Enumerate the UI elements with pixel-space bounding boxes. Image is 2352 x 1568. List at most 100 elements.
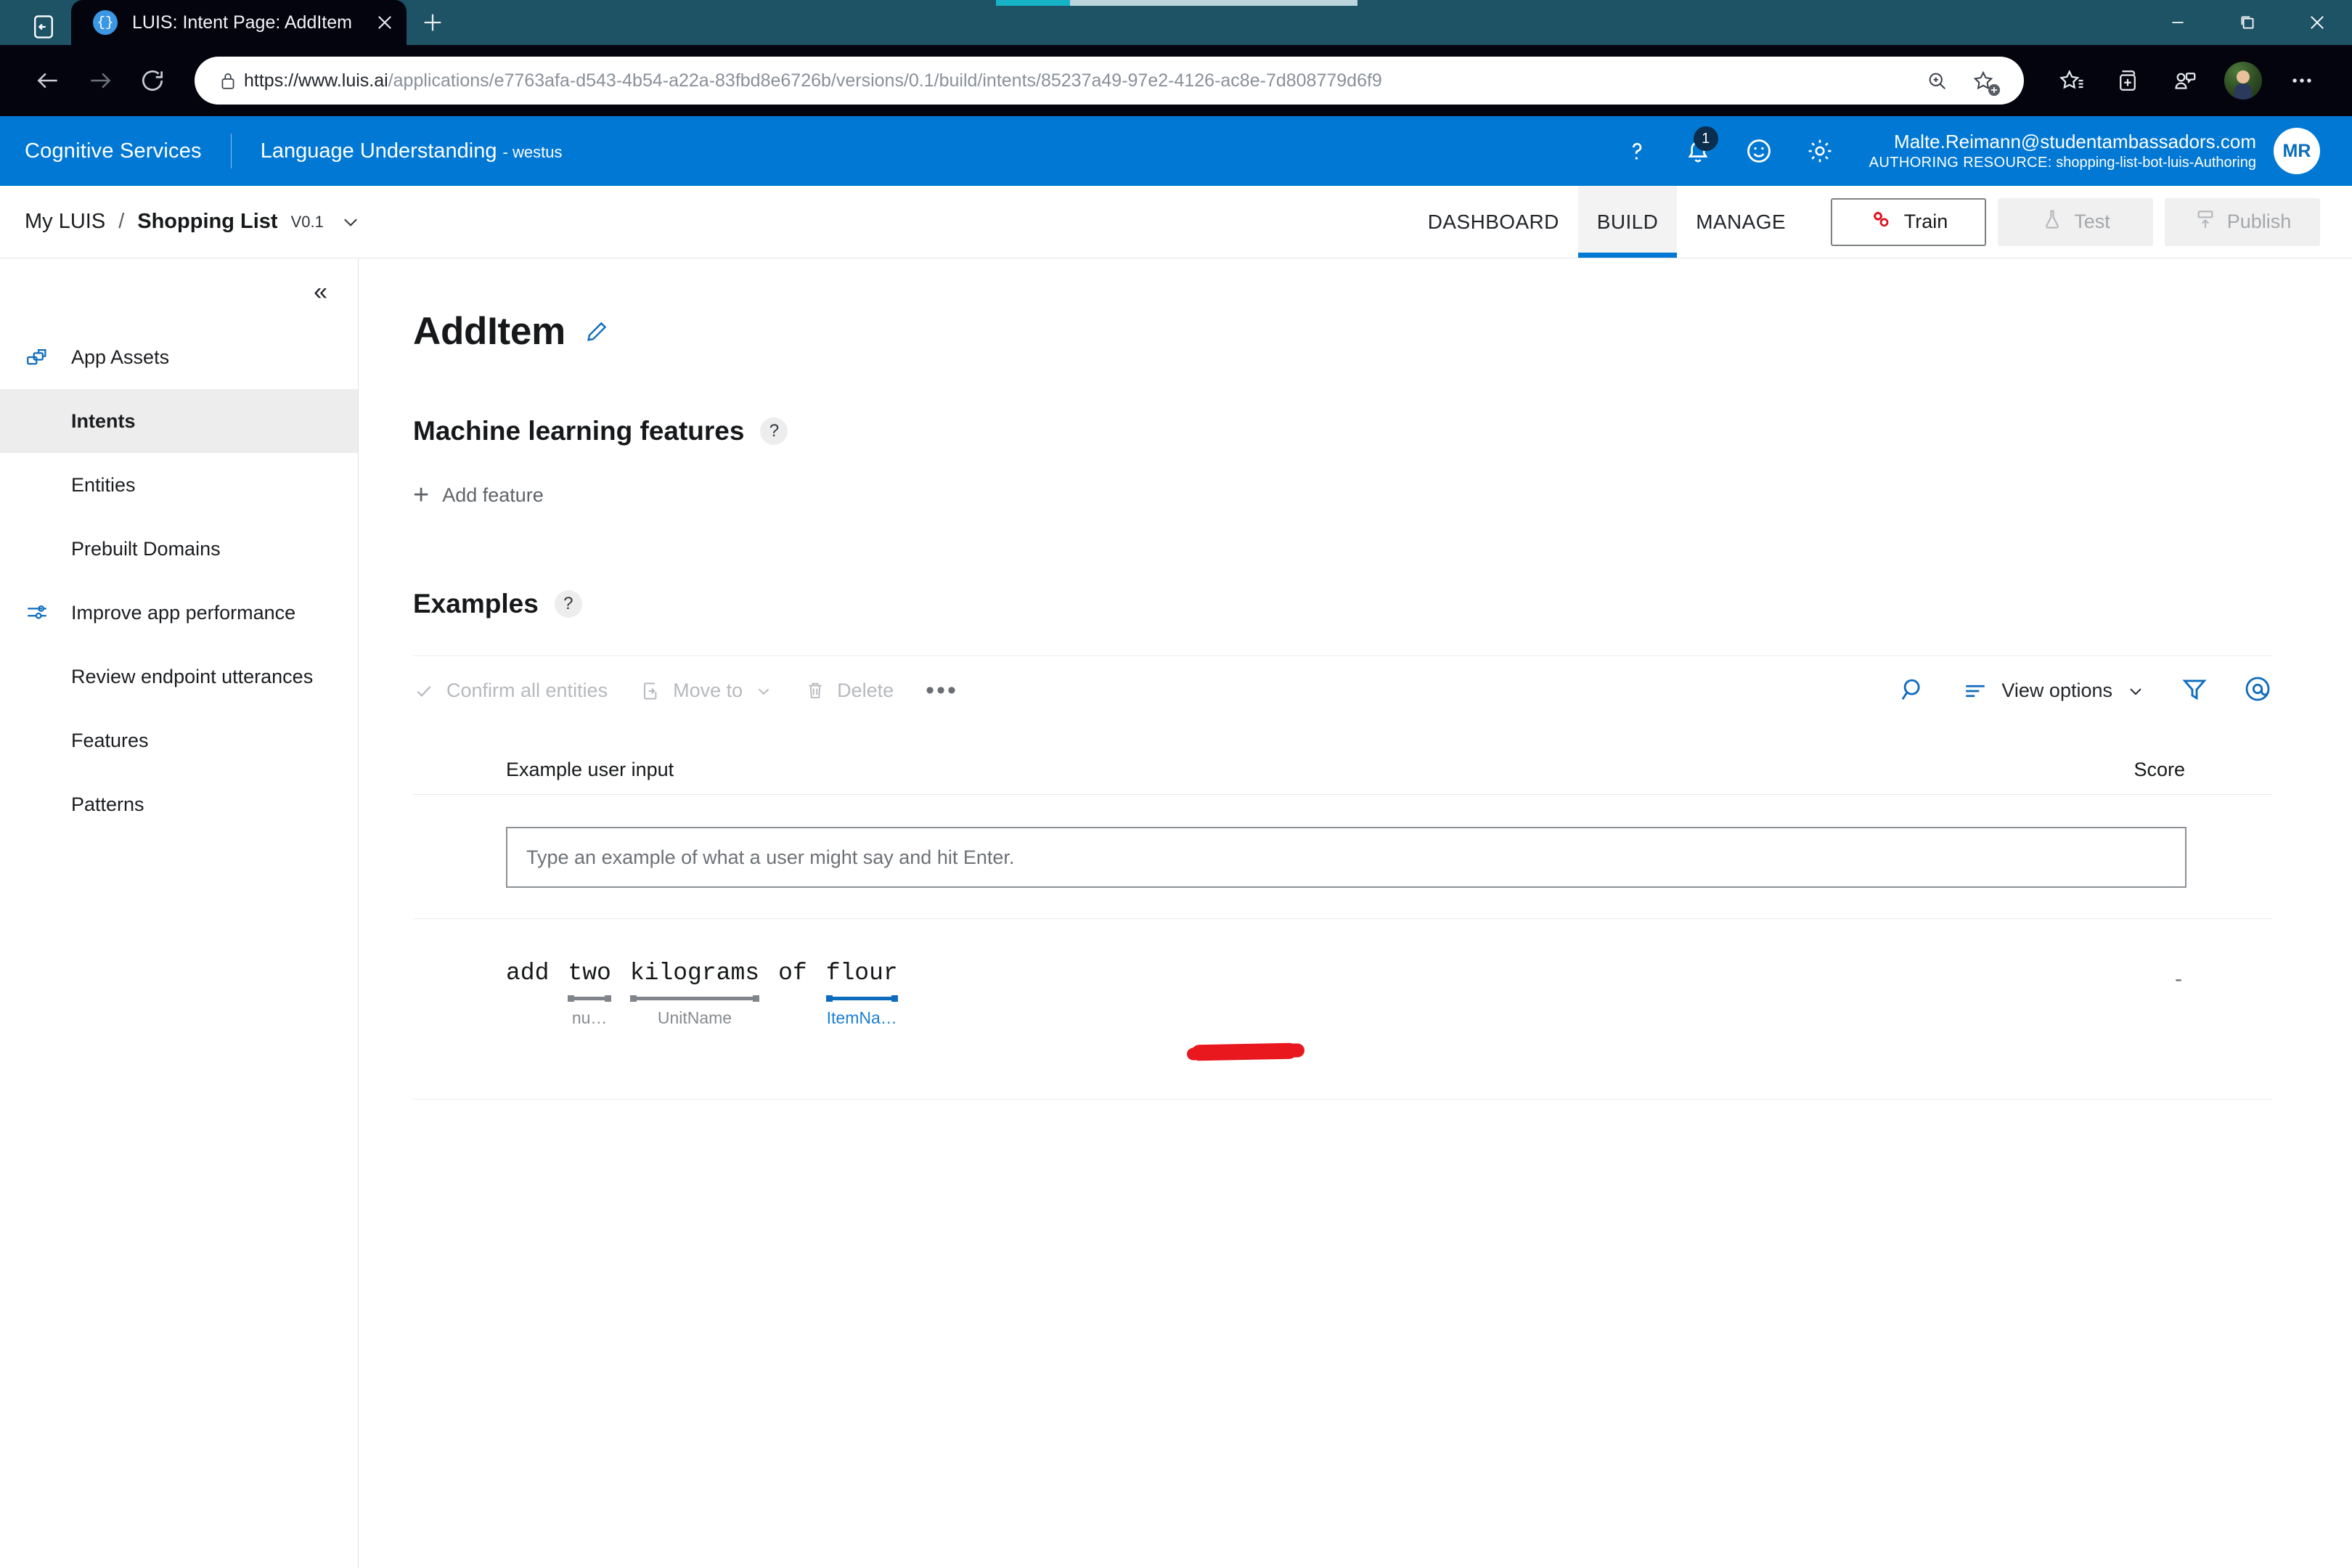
window-restore-button[interactable] (2213, 0, 2282, 45)
breadcrumb: My LUIS / Shopping List V0.1 (25, 186, 362, 258)
train-button[interactable]: Train (1831, 197, 1986, 246)
delete-button[interactable]: Delete (805, 679, 894, 702)
tab-dashboard[interactable]: DASHBOARD (1409, 186, 1578, 258)
edit-pencil-icon[interactable] (584, 319, 609, 344)
tab-title: LUIS: Intent Page: AddItem (132, 12, 352, 33)
notification-badge: 1 (1693, 126, 1718, 151)
add-favorite-icon[interactable] (1960, 57, 2006, 104)
user-avatar[interactable]: MR (2274, 128, 2320, 174)
browser-essentials-icon[interactable] (2156, 54, 2213, 107)
tab-build[interactable]: BUILD (1577, 186, 1678, 258)
utterance-token[interactable]: add (506, 960, 549, 987)
user-info[interactable]: Malte.Reimann@studentambassadors.com AUT… (1869, 130, 2256, 172)
chevron-down-icon[interactable] (340, 211, 362, 233)
url-text: https://www.luis.ai/applications/e7763af… (244, 70, 1914, 91)
sidebar-item-review-endpoint-utterances[interactable]: Review endpoint utterances (0, 645, 358, 709)
user-email: Malte.Reimann@studentambassadors.com (1894, 131, 2256, 153)
window-minimize-button[interactable] (2143, 0, 2213, 45)
browser-profile-avatar[interactable] (2224, 62, 2262, 99)
sidebar-item-label: Intents (71, 409, 136, 432)
publish-button[interactable]: Publish (2165, 197, 2320, 246)
utterance-token-entity-unitname[interactable]: kilograms UnitName (629, 960, 760, 1028)
token-text: flour (825, 960, 898, 987)
view-options-button[interactable]: View options (1962, 678, 2146, 704)
new-utterance-input[interactable]: Type an example of what a user might say… (506, 827, 2186, 888)
settings-gear-icon[interactable] (1789, 121, 1850, 181)
move-to-label: Move to (673, 679, 743, 701)
tab-manage[interactable]: MANAGE (1677, 186, 1805, 258)
entity-label[interactable]: ItemNa… (827, 1008, 897, 1028)
zoom-icon[interactable] (1914, 57, 1960, 104)
column-header-example-user-input: Example user input (506, 759, 674, 780)
sidebar-item-label: Prebuilt Domains (71, 537, 221, 560)
ml-features-help-icon[interactable]: ? (760, 417, 788, 445)
browser-address-bar: https://www.luis.ai/applications/e7763af… (0, 45, 2352, 116)
sidebar-item-patterns[interactable]: Patterns (0, 772, 358, 836)
confirm-all-entities-label: Confirm all entities (446, 679, 608, 701)
table-row[interactable]: add two nu… kilograms UnitName of flour … (413, 918, 2272, 1100)
feedback-smiley-icon[interactable] (1728, 121, 1789, 181)
authoring-resource-label: AUTHORING RESOURCE: (1869, 154, 2052, 171)
tab-close-icon[interactable] (367, 5, 402, 40)
sidebar-item-label: Review endpoint utterances (71, 665, 314, 687)
help-icon[interactable] (1606, 121, 1667, 181)
back-icon[interactable] (22, 54, 74, 107)
sidebar-item-entities[interactable]: Entities (0, 453, 358, 517)
more-options-icon[interactable]: ••• (926, 677, 958, 705)
favorites-icon[interactable] (2043, 54, 2099, 107)
search-icon[interactable] (1900, 675, 1927, 706)
entity-mention-icon[interactable] (2243, 674, 2272, 707)
url-host: https://www.luis.ai (244, 70, 388, 91)
breadcrumb-my-luis[interactable]: My LUIS (25, 210, 105, 234)
window-close-button[interactable] (2282, 0, 2352, 45)
forward-icon[interactable] (74, 54, 126, 107)
new-tab-button[interactable] (407, 0, 459, 45)
sidebar-item-prebuilt-domains[interactable]: Prebuilt Domains (0, 517, 358, 581)
test-button[interactable]: Test (1998, 197, 2153, 246)
examples-header: Examples ? (413, 589, 2272, 619)
column-header-score: Score (2133, 759, 2185, 780)
confirm-all-entities-button[interactable]: Confirm all entities (413, 679, 608, 702)
utterance-token-entity-number[interactable]: two nu… (568, 960, 611, 1028)
entity-label[interactable]: UnitName (658, 1008, 732, 1028)
browser-toolbar-actions (2043, 54, 2330, 107)
breadcrumb-app-name[interactable]: Shopping List (137, 210, 277, 234)
sidebar-item-improve-app-performance[interactable]: Improve app performance (0, 581, 358, 645)
collapse-sidebar-icon[interactable]: « (314, 279, 327, 304)
token-text: two (568, 960, 611, 987)
utterance-token[interactable]: of (778, 960, 807, 987)
browser-settings-more-icon[interactable] (2274, 54, 2330, 107)
sidebar-item-label: Patterns (71, 793, 144, 815)
examples-help-icon[interactable]: ? (554, 590, 582, 618)
entity-span-bar (629, 995, 760, 1002)
token-text: add (506, 960, 550, 987)
browser-tab-active[interactable]: {} LUIS: Intent Page: AddItem (71, 0, 407, 45)
examples-table-header: Example user input Score (413, 725, 2272, 795)
notifications-icon[interactable]: 1 (1667, 121, 1728, 181)
sidebar-item-features[interactable]: Features (0, 709, 358, 772)
sidebar-item-label: Improve app performance (71, 601, 296, 624)
entity-label[interactable]: nu… (572, 1008, 608, 1028)
sidebar-item-intents[interactable]: Intents (0, 389, 358, 453)
collections-icon[interactable] (2099, 54, 2156, 107)
main-content: AddItem Machine learning features ? + Ad… (359, 258, 2352, 1568)
ml-features-header: Machine learning features ? (413, 416, 2272, 446)
flask-icon (2041, 208, 2064, 236)
sidebar-item-app-assets[interactable]: App Assets (0, 325, 358, 389)
test-label: Test (2074, 211, 2110, 232)
header-divider (230, 134, 232, 168)
delete-label: Delete (837, 679, 894, 701)
utterance-token-entity-itemname[interactable]: flour ItemNa… (825, 960, 898, 1028)
app-action-buttons: Train Test Publish (1805, 186, 2352, 258)
move-to-button[interactable]: Move to (640, 679, 773, 703)
tab-search-icon[interactable] (16, 9, 71, 45)
filter-icon[interactable] (2181, 675, 2208, 706)
product-region: - westus (502, 142, 563, 161)
sidebar-collapse-row: « (0, 258, 358, 325)
add-feature-button[interactable]: + Add feature (413, 481, 2272, 509)
url-bar[interactable]: https://www.luis.ai/applications/e7763af… (195, 57, 2024, 105)
product-name: Language Understanding (260, 139, 497, 163)
page-title: AddItem (413, 310, 565, 353)
reload-icon[interactable] (126, 54, 179, 107)
cognitive-services-link[interactable]: Cognitive Services (25, 139, 202, 163)
